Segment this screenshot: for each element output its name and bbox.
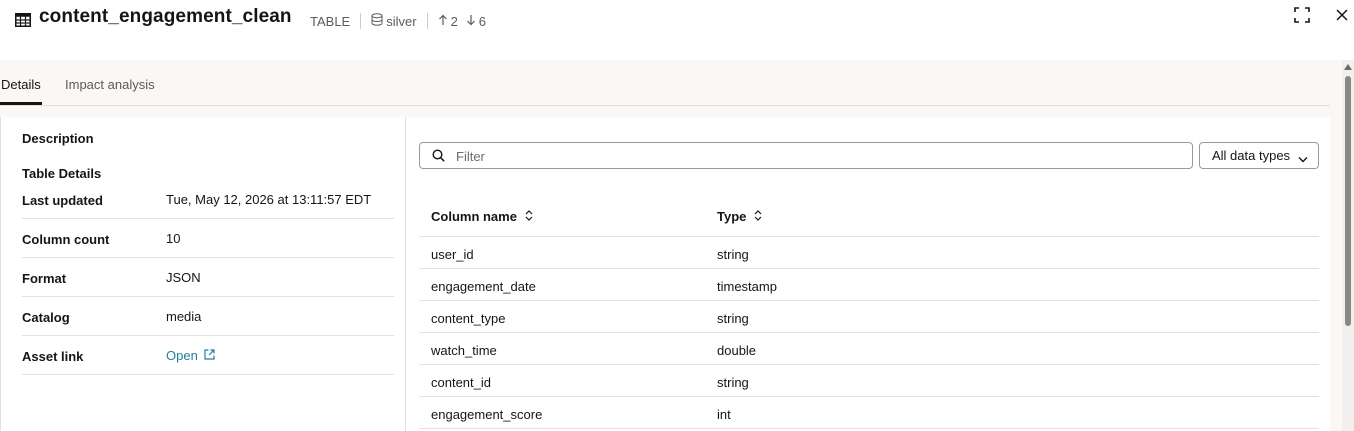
table-details-section: Description Table Details Last updated T…	[1, 117, 406, 431]
detail-row-asset-link: Asset link Open	[22, 336, 394, 375]
table-row[interactable]: watch_time double	[419, 333, 1319, 365]
sort-icon	[525, 209, 533, 224]
type-header-label: Type	[717, 209, 747, 224]
database-icon	[371, 13, 383, 29]
table-row[interactable]: content_type string	[419, 301, 1319, 333]
column-type-cell: timestamp	[717, 279, 777, 294]
detail-key: Asset link	[22, 349, 84, 364]
description-heading: Description	[22, 131, 94, 146]
table-details-heading: Table Details	[22, 166, 102, 181]
table-icon	[15, 12, 31, 28]
expand-icon[interactable]	[1293, 6, 1311, 24]
data-type-select[interactable]: All data types	[1199, 142, 1319, 169]
column-type-cell: string	[717, 311, 749, 326]
columns-section: All data types Column name Type	[407, 117, 1331, 431]
column-type-cell: string	[717, 247, 749, 262]
detail-row-last-updated: Last updated Tue, May 12, 2026 at 13:11:…	[22, 180, 394, 219]
type-header[interactable]: Type	[717, 209, 762, 224]
detail-key: Format	[22, 271, 67, 286]
column-name-header-label: Column name	[431, 209, 517, 224]
column-name-header[interactable]: Column name	[431, 209, 533, 224]
upstream-count: 2	[450, 13, 458, 29]
detail-key: Column count	[22, 232, 110, 247]
column-name-cell: watch_time	[431, 343, 497, 358]
tab-content: Description Table Details Last updated T…	[0, 117, 1330, 431]
external-link-icon	[204, 348, 215, 363]
schema-name: silver	[386, 13, 417, 29]
details-panel: Details Impact analysis Description Tabl…	[0, 60, 1342, 431]
active-tab-indicator	[0, 102, 42, 105]
detail-key: Catalog	[22, 310, 70, 325]
divider	[426, 13, 428, 29]
object-metadata: TABLE silver 2 6	[310, 13, 486, 29]
detail-row-column-count: Column count 10	[22, 219, 394, 258]
detail-value: 10	[166, 231, 181, 246]
sort-icon	[754, 209, 762, 224]
downstream-count: 6	[478, 13, 487, 29]
search-icon	[432, 149, 445, 167]
table-row[interactable]: engagement_score int	[419, 397, 1319, 429]
divider	[360, 13, 362, 29]
column-name-cell: user_id	[431, 247, 474, 262]
chevron-down-icon	[1298, 151, 1308, 166]
vertical-scrollbar[interactable]	[1342, 60, 1354, 431]
column-name-cell: engagement_date	[431, 279, 536, 294]
column-name-cell: content_type	[431, 311, 506, 326]
table-row[interactable]: content_id string	[419, 365, 1319, 397]
detail-row-format: Format JSON	[22, 258, 394, 297]
close-icon[interactable]	[1333, 6, 1351, 24]
column-name-cell: engagement_score	[431, 407, 543, 422]
column-name-cell: content_id	[431, 375, 491, 390]
detail-value: JSON	[166, 270, 201, 285]
tab-bar: Details Impact analysis	[0, 60, 1330, 106]
arrow-up-icon	[438, 14, 448, 29]
data-type-select-value: All data types	[1212, 148, 1291, 163]
object-type-label: TABLE	[310, 13, 351, 29]
detail-row-catalog: Catalog media	[22, 297, 394, 336]
tab-impact-analysis[interactable]: Impact analysis	[65, 77, 155, 92]
scroll-up-arrow-icon[interactable]	[1344, 64, 1352, 70]
scrollbar-thumb[interactable]	[1345, 76, 1351, 326]
table-row[interactable]: user_id string	[419, 237, 1319, 269]
detail-key: Last updated	[22, 193, 103, 208]
columns-table: Column name Type user_id string engageme…	[419, 197, 1319, 429]
asset-open-link[interactable]: Open	[166, 348, 215, 363]
arrow-down-icon	[466, 14, 476, 29]
column-type-cell: string	[717, 375, 749, 390]
panel-header: content_engagement_clean TABLE silver 2	[0, 0, 1354, 60]
filter-field[interactable]	[419, 142, 1193, 169]
detail-value: media	[166, 309, 202, 324]
detail-value: Tue, May 12, 2026 at 13:11:57 EDT	[166, 192, 372, 207]
lineage-counts[interactable]: 2 6	[438, 14, 486, 29]
schema-indicator: silver	[371, 13, 417, 29]
column-type-cell: double	[717, 343, 757, 358]
filter-input[interactable]	[456, 147, 1176, 165]
column-type-cell: int	[717, 407, 731, 422]
table-row[interactable]: engagement_date timestamp	[419, 269, 1319, 301]
tab-details[interactable]: Details	[1, 77, 41, 92]
asset-open-link-label: Open	[166, 348, 198, 363]
table-header-row: Column name Type	[419, 197, 1319, 237]
page-title: content_engagement_clean	[39, 6, 292, 27]
